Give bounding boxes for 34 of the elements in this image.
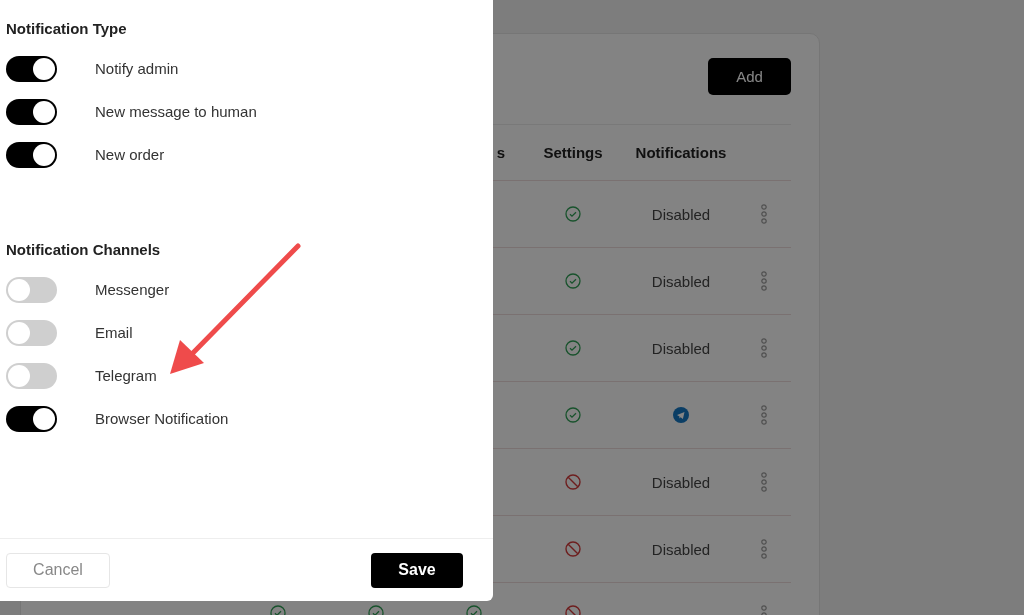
toggle-label: Notify admin	[95, 60, 179, 77]
column-header: Notifications	[635, 144, 727, 161]
toggle-switch[interactable]	[6, 405, 57, 432]
toggle-switch[interactable]	[6, 319, 57, 346]
table-cell: Disabled	[651, 272, 711, 290]
section-heading: Notification Type	[6, 20, 128, 39]
save-button[interactable]: Save	[371, 552, 463, 588]
toggle-switch[interactable]	[6, 141, 57, 168]
table-cell: Disabled	[651, 540, 711, 558]
more-options-icon[interactable]	[760, 271, 768, 291]
toggle-label: Telegram	[95, 367, 157, 384]
cancel-button[interactable]: Cancel	[6, 552, 110, 588]
telegram-icon	[673, 407, 689, 423]
more-options-icon[interactable]	[760, 472, 768, 492]
toggle-switch[interactable]	[6, 55, 57, 82]
more-options-icon[interactable]	[760, 539, 768, 559]
section-heading: Notification Channels	[6, 241, 162, 260]
column-header: s	[496, 144, 506, 161]
toggle-label: Messenger	[95, 281, 170, 298]
table-cell: Disabled	[651, 473, 711, 491]
toggle-label: Email	[95, 324, 133, 341]
more-options-icon[interactable]	[760, 204, 768, 224]
add-button[interactable]: Add	[708, 58, 791, 95]
toggle-label: Browser Notification	[95, 410, 229, 427]
toggle-switch[interactable]	[6, 98, 57, 125]
toggle-switch[interactable]	[6, 276, 57, 303]
more-options-icon[interactable]	[760, 338, 768, 358]
toggle-label: New order	[95, 146, 165, 163]
table-cell: Disabled	[651, 205, 711, 223]
toggle-label: New message to human	[95, 103, 257, 120]
table-cell: Disabled	[651, 339, 711, 357]
more-options-icon[interactable]	[760, 405, 768, 425]
toggle-switch[interactable]	[6, 362, 57, 389]
column-header: Settings	[543, 144, 603, 161]
